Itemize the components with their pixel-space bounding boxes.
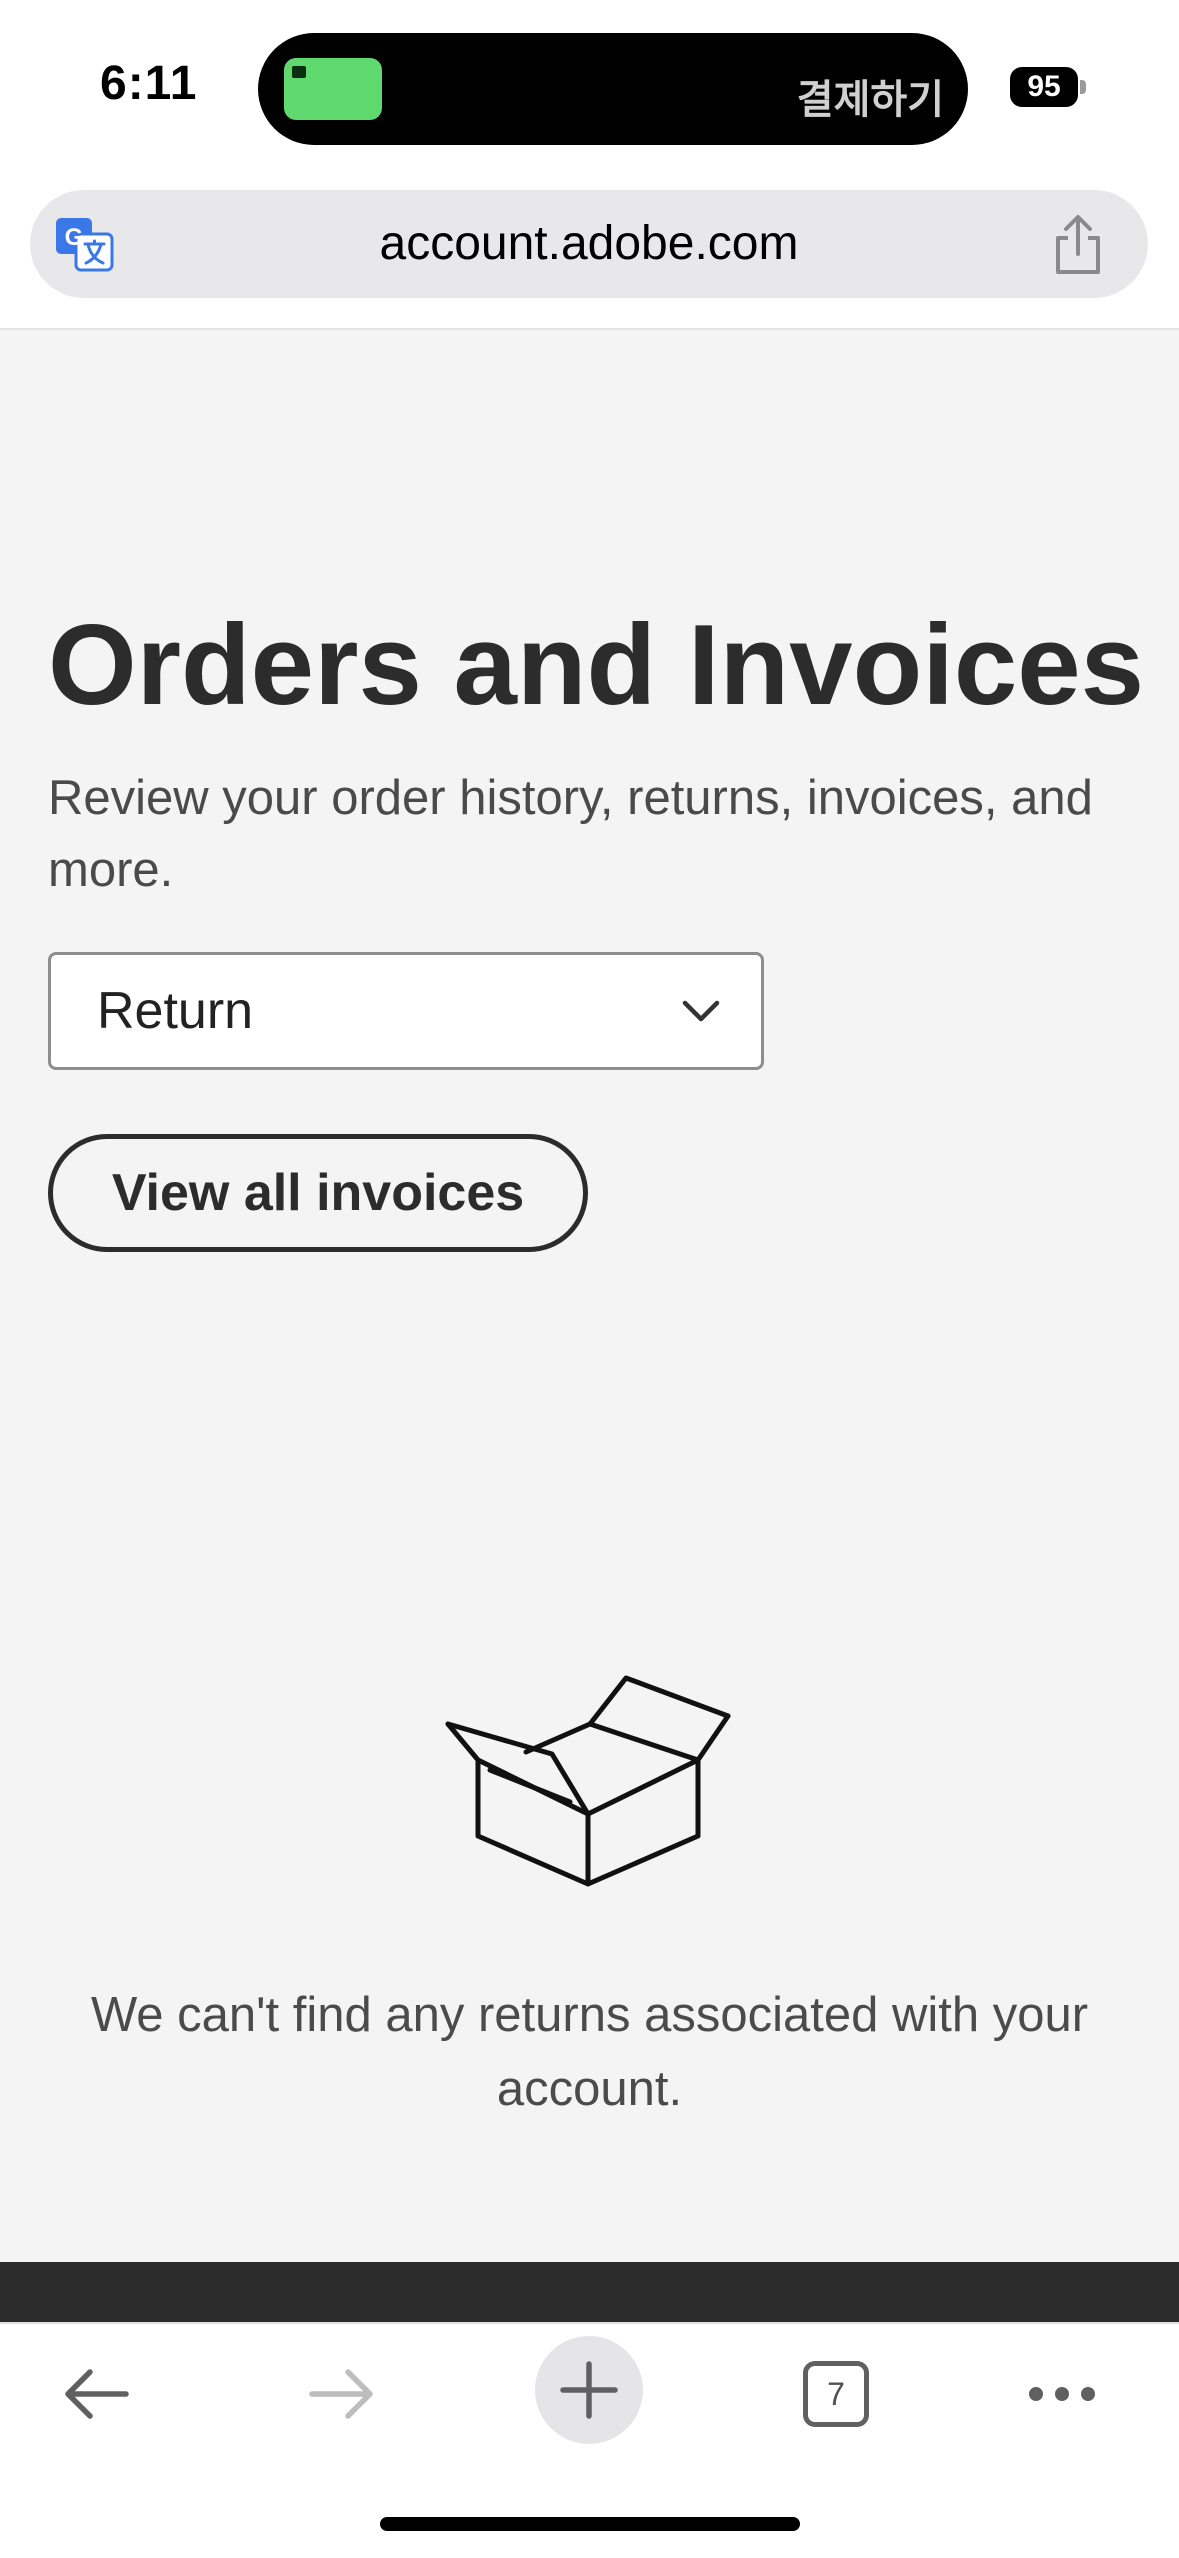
- battery-tip: [1080, 80, 1086, 94]
- status-bar: 6:11 결제하기 95: [0, 0, 1179, 180]
- page-title: Orders and Invoices: [48, 602, 1145, 729]
- url-text[interactable]: account.adobe.com: [30, 190, 1148, 298]
- island-activity-text: 결제하기: [796, 78, 944, 122]
- forward-button[interactable]: [282, 2324, 402, 2464]
- share-icon[interactable]: [1050, 214, 1106, 276]
- new-tab-button[interactable]: [535, 2336, 643, 2444]
- more-button[interactable]: [1002, 2324, 1122, 2464]
- chevron-down-icon: [682, 1000, 720, 1022]
- svg-text:G: G: [65, 224, 84, 251]
- dynamic-island[interactable]: 결제하기: [258, 33, 968, 145]
- order-type-selected-value: Return: [97, 982, 254, 1040]
- page-subtitle: Review your order history, returns, invo…: [48, 771, 1093, 897]
- home-indicator[interactable]: [380, 2517, 800, 2531]
- island-app-icon: [284, 58, 382, 120]
- status-time: 6:11: [100, 57, 198, 110]
- tabs-button[interactable]: 7: [776, 2324, 896, 2464]
- footer-band: [0, 2262, 1179, 2322]
- view-all-invoices-button[interactable]: View all invoices: [48, 1134, 588, 1252]
- plus-icon: [560, 2361, 618, 2419]
- back-button[interactable]: [36, 2324, 156, 2464]
- address-bar[interactable]: account.adobe.com G: [30, 190, 1148, 298]
- order-type-select[interactable]: Return: [48, 952, 764, 1070]
- empty-box-icon: [445, 1675, 731, 1887]
- empty-state-message: We can't find any returns associated wit…: [90, 1988, 1089, 2116]
- translate-icon[interactable]: G: [54, 214, 114, 274]
- tabs-count: 7: [803, 2361, 869, 2427]
- more-dots-icon: [1029, 2387, 1095, 2401]
- forward-arrow-icon: [309, 2369, 373, 2419]
- back-arrow-icon: [65, 2369, 129, 2419]
- island-app-mark: [292, 66, 306, 78]
- battery-level: 95: [1010, 67, 1078, 107]
